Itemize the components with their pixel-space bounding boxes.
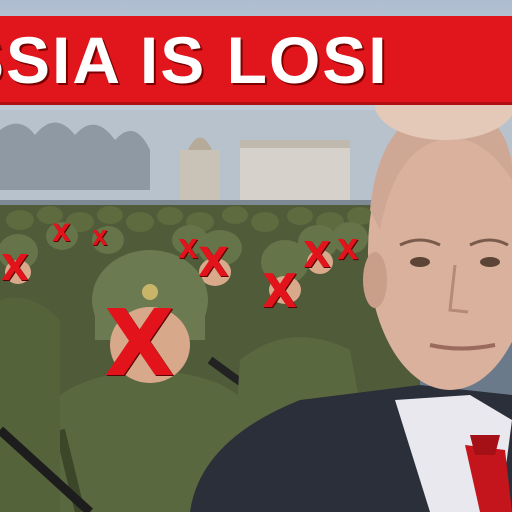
red-x-mark: X <box>1 248 29 289</box>
headline-text: SSIA IS LOSI <box>0 23 389 97</box>
red-x-mark: X <box>52 219 71 247</box>
red-x-mark: X <box>303 235 331 276</box>
red-x-mark: X <box>262 264 298 318</box>
headline-banner: SSIA IS LOSI <box>0 16 512 102</box>
red-x-mark: X <box>178 235 199 265</box>
red-x-mark: X <box>92 226 108 250</box>
red-x-mark: X <box>198 240 229 286</box>
red-x-mark: X <box>337 233 359 266</box>
red-x-mark: X <box>104 290 175 397</box>
